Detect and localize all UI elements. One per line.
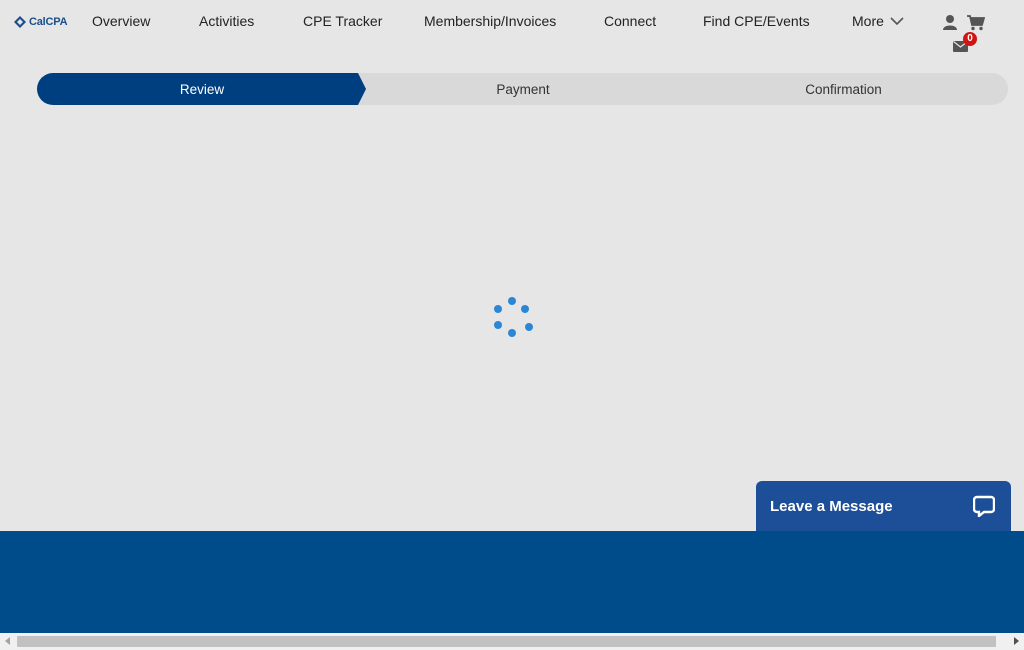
- spinner-dot: [508, 297, 516, 305]
- spinner-dot: [525, 323, 533, 331]
- scroll-left-arrow-icon[interactable]: [5, 637, 10, 645]
- nav-overview[interactable]: Overview: [92, 13, 150, 29]
- logo-diamond-icon: [14, 16, 26, 28]
- step-confirmation: Confirmation: [679, 73, 1008, 105]
- top-navigation: CalCPA Overview Activities CPE Tracker M…: [0, 0, 1024, 52]
- step-review: Review: [37, 73, 367, 105]
- scroll-right-arrow-icon[interactable]: [1014, 637, 1019, 645]
- chevron-down-icon: [890, 16, 904, 25]
- step-confirmation-label: Confirmation: [805, 81, 882, 97]
- checkout-stepper: Review Payment Confirmation: [37, 73, 1008, 105]
- nav-connect[interactable]: Connect: [604, 13, 656, 29]
- horizontal-scrollbar[interactable]: [0, 633, 1024, 650]
- message-count-badge: 0: [963, 32, 977, 46]
- shopping-cart-icon[interactable]: [967, 15, 985, 31]
- spinner-dot: [494, 305, 502, 313]
- chat-bubble-icon: [973, 495, 995, 517]
- loading-spinner: [490, 295, 536, 337]
- scrollbar-thumb[interactable]: [17, 636, 996, 647]
- nav-more-label: More: [852, 13, 884, 29]
- chat-label: Leave a Message: [770, 497, 893, 515]
- spinner-dot: [508, 329, 516, 337]
- nav-more-dropdown[interactable]: More: [852, 13, 904, 29]
- spinner-dot: [521, 305, 529, 313]
- step-payment-label: Payment: [496, 81, 550, 97]
- logo-text: CalCPA: [29, 16, 68, 28]
- page-footer: [0, 531, 1024, 633]
- nav-find-cpe-events[interactable]: Find CPE/Events: [703, 13, 810, 29]
- nav-membership-invoices[interactable]: Membership/Invoices: [424, 13, 556, 29]
- nav-activities[interactable]: Activities: [199, 13, 254, 29]
- nav-cpe-tracker[interactable]: CPE Tracker: [303, 13, 382, 29]
- leave-a-message-chat-button[interactable]: Leave a Message: [756, 481, 1011, 531]
- spinner-dot: [494, 321, 502, 329]
- step-review-label: Review: [179, 81, 225, 97]
- user-account-icon[interactable]: [942, 14, 958, 30]
- step-payment: Payment: [358, 73, 688, 105]
- calcpa-logo[interactable]: CalCPA: [14, 16, 68, 28]
